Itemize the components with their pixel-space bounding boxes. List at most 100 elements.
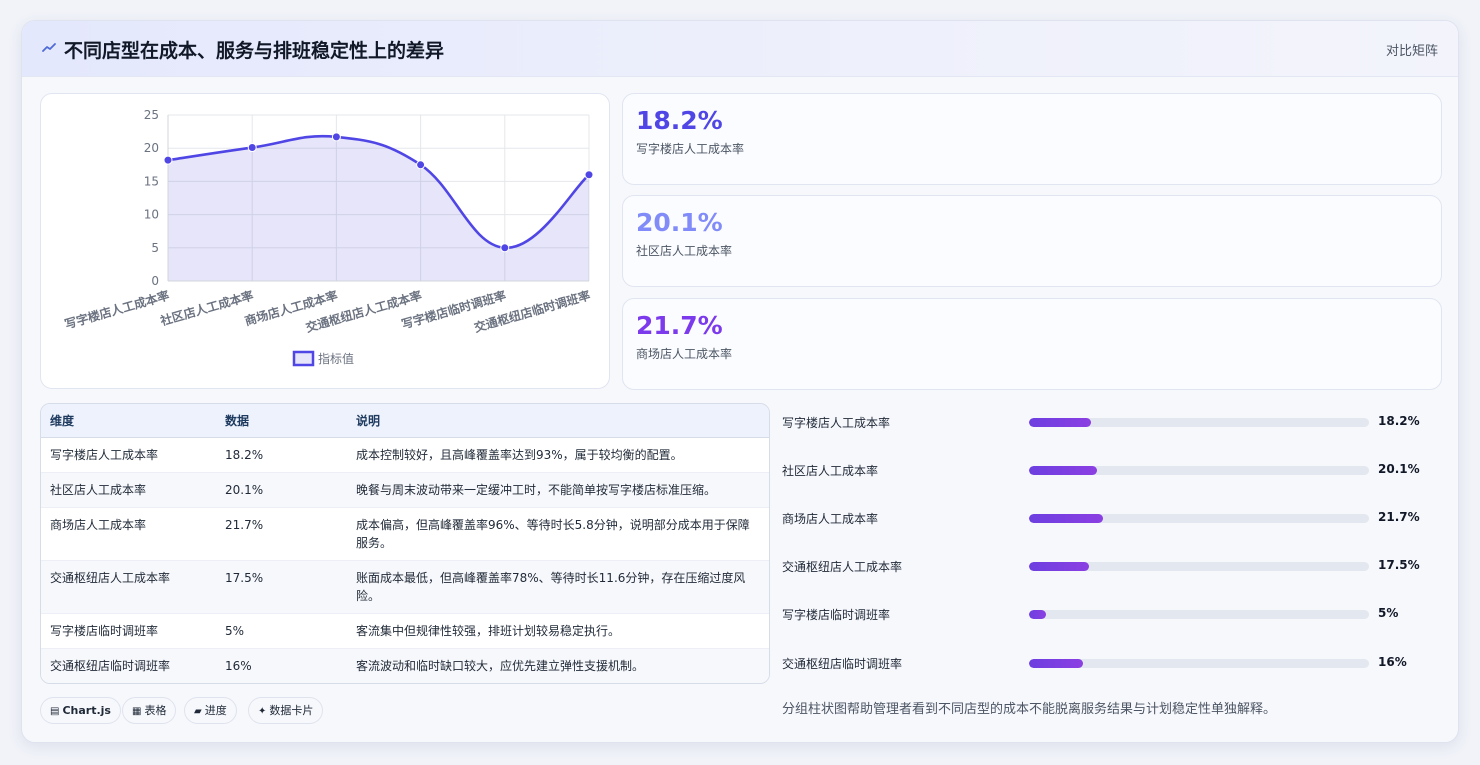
progress-row: 交通枢纽店临时调班率 16% — [782, 652, 1442, 672]
chart-icon: ▤ — [50, 706, 60, 717]
y-tick-label: 15 — [144, 174, 159, 188]
table-cell: 写字楼店人工成本率 — [50, 447, 159, 462]
kpi-card-office-labor: 18.2% 写字楼店人工成本率 — [622, 93, 1442, 185]
table-row: 写字楼店人工成本率 18.2% 成本控制较好，且高峰覆盖率达到93%，属于较均衡… — [41, 437, 769, 472]
progress-icon: ▰ — [194, 706, 202, 717]
progress-value: 5% — [1378, 606, 1399, 620]
y-tick-label: 10 — [144, 208, 159, 222]
progress-fill — [1029, 562, 1089, 571]
table-cell: 17.5% — [216, 559, 347, 613]
progress-value: 21.7% — [1378, 510, 1420, 524]
progress-value: 20.1% — [1378, 462, 1420, 476]
progress-fill — [1029, 418, 1091, 427]
data-point — [500, 243, 510, 253]
data-point — [331, 132, 341, 142]
progress-fill — [1029, 466, 1098, 475]
progress-fill — [1029, 514, 1103, 523]
chip-label: 进度 — [204, 704, 227, 717]
x-tick-label: 社区店人工成本率 — [158, 287, 255, 328]
table-cell: 客流波动和临时缺口较大，应优先建立弹性支援机制。 — [347, 647, 769, 683]
chip-label: 表格 — [144, 704, 167, 717]
progress-label: 商场店人工成本率 — [782, 512, 879, 526]
trend-line-icon — [42, 43, 56, 52]
table-cell: 账面成本最低，但高峰覆盖率78%、等待时长11.6分钟，存在压缩过度风险。 — [347, 559, 769, 613]
kpi-label: 写字楼店人工成本率 — [636, 142, 745, 156]
chip-label: Chart.js — [62, 704, 111, 717]
chip-label: 数据卡片 — [269, 704, 314, 717]
data-point — [163, 155, 173, 165]
table-header-row: 维度 数据 说明 — [41, 404, 769, 438]
kpi-card-community-labor: 20.1% 社区店人工成本率 — [622, 195, 1442, 287]
table-cell: 成本控制较好，且高峰覆盖率达到93%，属于较均衡的配置。 — [356, 447, 683, 462]
line-chart-card: 0 5 10 15 20 25 写字楼店人工成本率 社区店人工成本率 商场店人工成本率 交通枢纽店… — [40, 93, 610, 389]
table-cell: 晚餐与周末波动带来一定缓冲工时，不能简单按写字楼店标准压缩。 — [347, 471, 769, 507]
chip-table[interactable]: ▦ 表格 — [122, 697, 177, 724]
table-cell: 客流集中但规律性较强，排班计划较易稳定执行。 — [347, 612, 769, 648]
chip-data-cards[interactable]: ✦ 数据卡片 — [248, 697, 324, 724]
table-row: 写字楼店临时调班率 5% 客流集中但规律性较强，排班计划较易稳定执行。 — [41, 612, 769, 648]
table-row: 商场店人工成本率 21.7% 成本偏高，但高峰覆盖率96%、等待时长5.8分钟，… — [41, 506, 769, 560]
panel-header: 不同店型在成本、服务与排班稳定性上的差异 对比矩阵 — [22, 21, 1458, 77]
progress-track — [1029, 466, 1369, 475]
chip-chartjs[interactable]: ▤ Chart.js — [40, 697, 121, 724]
progress-track — [1029, 562, 1369, 571]
data-point — [584, 170, 594, 180]
data-point — [247, 143, 257, 153]
table-cell: 商场店人工成本率 — [41, 506, 216, 560]
table-cell: 5% — [216, 612, 347, 648]
sparkle-icon: ✦ — [258, 706, 267, 717]
progress-track — [1029, 418, 1369, 427]
progress-fill — [1029, 610, 1046, 619]
progress-label: 写字楼店人工成本率 — [782, 416, 891, 430]
progress-row: 交通枢纽店人工成本率 17.5% — [782, 555, 1442, 575]
legend-swatch — [292, 350, 315, 367]
progress-track — [1029, 610, 1369, 619]
x-tick-label: 写字楼店人工成本率 — [63, 287, 171, 331]
progress-label: 交通枢纽店临时调班率 — [782, 657, 903, 671]
progress-row: 写字楼店人工成本率 18.2% — [782, 411, 1442, 431]
y-tick-label: 25 — [144, 108, 159, 122]
progress-label: 交通枢纽店人工成本率 — [782, 560, 903, 574]
column-header-data: 数据 — [216, 404, 347, 438]
progress-label: 社区店人工成本率 — [782, 464, 879, 478]
series-area — [168, 136, 589, 281]
progress-fill — [1029, 659, 1084, 668]
line-chart: 0510152025写字楼店人工成本率社区店人工成本率商场店人工成本率交通枢纽店… — [63, 108, 594, 367]
table-cell: 成本偏高，但高峰覆盖率96%、等待时长5.8分钟，说明部分成本用于保障服务。 — [347, 506, 769, 560]
table-row: 社区店人工成本率 20.1% 晚餐与周末波动带来一定缓冲工时，不能简单按写字楼店… — [41, 471, 769, 507]
kpi-value: 21.7% — [636, 311, 723, 340]
table-cell: 18.2% — [225, 447, 264, 462]
table-cell: 16% — [216, 647, 347, 683]
table-icon: ▦ — [132, 706, 142, 717]
kpi-label: 商场店人工成本率 — [636, 347, 733, 361]
table-row: 交通枢纽店人工成本率 17.5% 账面成本最低，但高峰覆盖率78%、等待时长11… — [41, 559, 769, 613]
progress-row: 商场店人工成本率 21.7% — [782, 507, 1442, 527]
table-cell: 写字楼店临时调班率 — [41, 612, 216, 648]
table-cell: 交通枢纽店人工成本率 — [41, 559, 216, 613]
dashboard-panel: 不同店型在成本、服务与排班稳定性上的差异 对比矩阵 0 5 10 15 20 25 写字楼店… — [21, 20, 1459, 743]
y-tick-label: 20 — [144, 141, 159, 155]
kpi-value: 20.1% — [636, 208, 723, 237]
progress-label: 写字楼店临时调班率 — [782, 608, 891, 622]
y-tick-label: 0 — [151, 274, 159, 288]
chip-progress[interactable]: ▰ 进度 — [184, 697, 237, 724]
table-cell: 20.1% — [216, 471, 347, 507]
page-title: 不同店型在成本、服务与排班稳定性上的差异 — [64, 40, 445, 62]
progress-row: 社区店人工成本率 20.1% — [782, 459, 1442, 479]
table-row: 交通枢纽店临时调班率 16% 客流波动和临时缺口较大，应优先建立弹性支援机制。 — [41, 647, 769, 683]
kpi-label: 社区店人工成本率 — [636, 244, 733, 258]
table-cell: 21.7% — [216, 506, 347, 560]
chart-note: 分组柱状图帮助管理者看到不同店型的成本不能脱离服务结果与计划稳定性单独解释。 — [782, 702, 1277, 717]
table-cell: 社区店人工成本率 — [41, 471, 216, 507]
data-point — [416, 160, 426, 170]
progress-track — [1029, 659, 1369, 668]
table-cell: 交通枢纽店临时调班率 — [41, 647, 216, 683]
view-mode-tag[interactable]: 对比矩阵 — [1386, 40, 1438, 59]
kpi-value: 18.2% — [636, 106, 723, 135]
column-header-dimension: 维度 — [41, 404, 216, 438]
kpi-card-mall-labor: 21.7% 商场店人工成本率 — [622, 298, 1442, 390]
y-tick-label: 5 — [151, 241, 159, 255]
data-table-card: 维度 数据 说明 写字楼店人工成本率 18.2% 成本控制较好，且高峰覆盖率达到… — [40, 403, 770, 684]
progress-track — [1029, 514, 1369, 523]
legend-label: 指标值 — [318, 351, 354, 366]
